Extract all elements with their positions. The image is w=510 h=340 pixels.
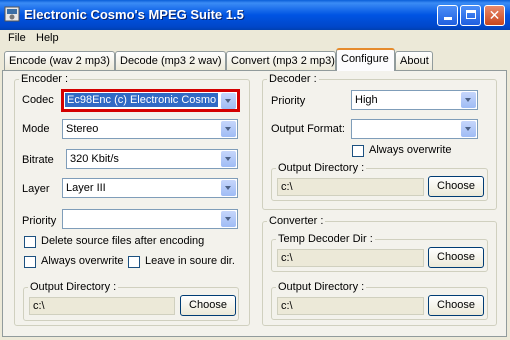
mode-value: Stereo (66, 123, 99, 135)
app-icon (4, 6, 20, 22)
output-format-label: Output Format: (271, 123, 345, 135)
mode-label: Mode (22, 123, 50, 135)
output-format-select[interactable] (351, 119, 478, 139)
encoder-output-dir-choose-button[interactable]: Choose (180, 295, 236, 316)
leave-in-source-label: Leave in soure dir. (145, 255, 235, 267)
tab-about[interactable]: About (395, 51, 433, 70)
layer-label: Layer (22, 183, 50, 195)
decoder-output-dir-choose-button[interactable]: Choose (428, 176, 484, 197)
minimize-icon (443, 17, 452, 20)
encoder-priority-select[interactable] (62, 209, 238, 229)
close-icon: ✕ (488, 7, 501, 23)
temp-decoder-dir-path: c:\ (277, 249, 424, 267)
menu-file[interactable]: File (8, 32, 26, 44)
decoder-always-overwrite-checkbox[interactable] (352, 145, 364, 157)
decoder-priority-select[interactable]: High (351, 90, 478, 110)
minimize-button[interactable] (437, 5, 458, 26)
close-button[interactable]: ✕ (484, 5, 505, 26)
delete-source-label: Delete source files after encoding (41, 235, 205, 247)
chevron-down-icon[interactable] (461, 121, 476, 137)
encoder-output-dir-path: c:\ (29, 297, 175, 315)
converter-output-dir-title: Output Directory : (278, 281, 365, 293)
tab-configure[interactable]: Configure (336, 48, 395, 71)
leave-in-source-checkbox[interactable] (128, 256, 140, 268)
layer-select[interactable]: Layer III (62, 178, 238, 198)
bitrate-value: 320 Kbit/s (70, 153, 119, 165)
decoder-priority-label: Priority (271, 95, 306, 107)
bitrate-select[interactable]: 320 Kbit/s (66, 149, 238, 169)
converter-group-title: Converter : (269, 215, 324, 227)
encoder-output-dir-title: Output Directory : (30, 281, 117, 293)
encoder-always-overwrite-label: Always overwrite (41, 255, 124, 267)
codec-select[interactable]: Ec98Enc (c) Electronic Cosmo (61, 89, 240, 112)
converter-output-dir-path: c:\ (277, 297, 424, 315)
tab-decode[interactable]: Decode (mp3 2 wav) (115, 51, 226, 70)
window-title: Electronic Cosmo's MPEG Suite 1.5 (24, 7, 244, 22)
menu-help[interactable]: Help (36, 32, 59, 44)
codec-label: Codec (22, 94, 54, 106)
menu-bar (0, 30, 510, 48)
encoder-always-overwrite-checkbox[interactable] (24, 256, 36, 268)
delete-source-checkbox[interactable] (24, 236, 36, 248)
temp-decoder-dir-choose-button[interactable]: Choose (428, 247, 484, 268)
decoder-output-dir-title: Output Directory : (278, 162, 365, 174)
layer-value: Layer III (66, 182, 106, 194)
tab-encode[interactable]: Encode (wav 2 mp3) (4, 51, 115, 70)
tab-convert[interactable]: Convert (mp3 2 mp3) (226, 51, 336, 70)
maximize-button[interactable] (460, 5, 481, 26)
temp-decoder-dir-title: Temp Decoder Dir : (278, 233, 373, 245)
chevron-down-icon[interactable] (221, 121, 236, 137)
chevron-down-icon[interactable] (221, 180, 236, 196)
chevron-down-icon[interactable] (221, 93, 236, 109)
encoder-group-title: Encoder : (21, 73, 69, 85)
priority-label: Priority (22, 215, 57, 227)
decoder-group-title: Decoder : (269, 73, 317, 85)
decoder-output-dir-path: c:\ (277, 178, 424, 196)
codec-value: Ec98Enc (c) Electronic Cosmo (65, 93, 219, 107)
mode-select[interactable]: Stereo (62, 119, 238, 139)
bitrate-label: Bitrate (22, 154, 54, 166)
decoder-priority-value: High (355, 94, 378, 106)
chevron-down-icon[interactable] (461, 92, 476, 108)
chevron-down-icon[interactable] (221, 211, 236, 227)
decoder-always-overwrite-label: Always overwrite (369, 144, 452, 156)
converter-output-dir-choose-button[interactable]: Choose (428, 295, 484, 316)
chevron-down-icon[interactable] (221, 151, 236, 167)
maximize-icon (465, 10, 476, 19)
